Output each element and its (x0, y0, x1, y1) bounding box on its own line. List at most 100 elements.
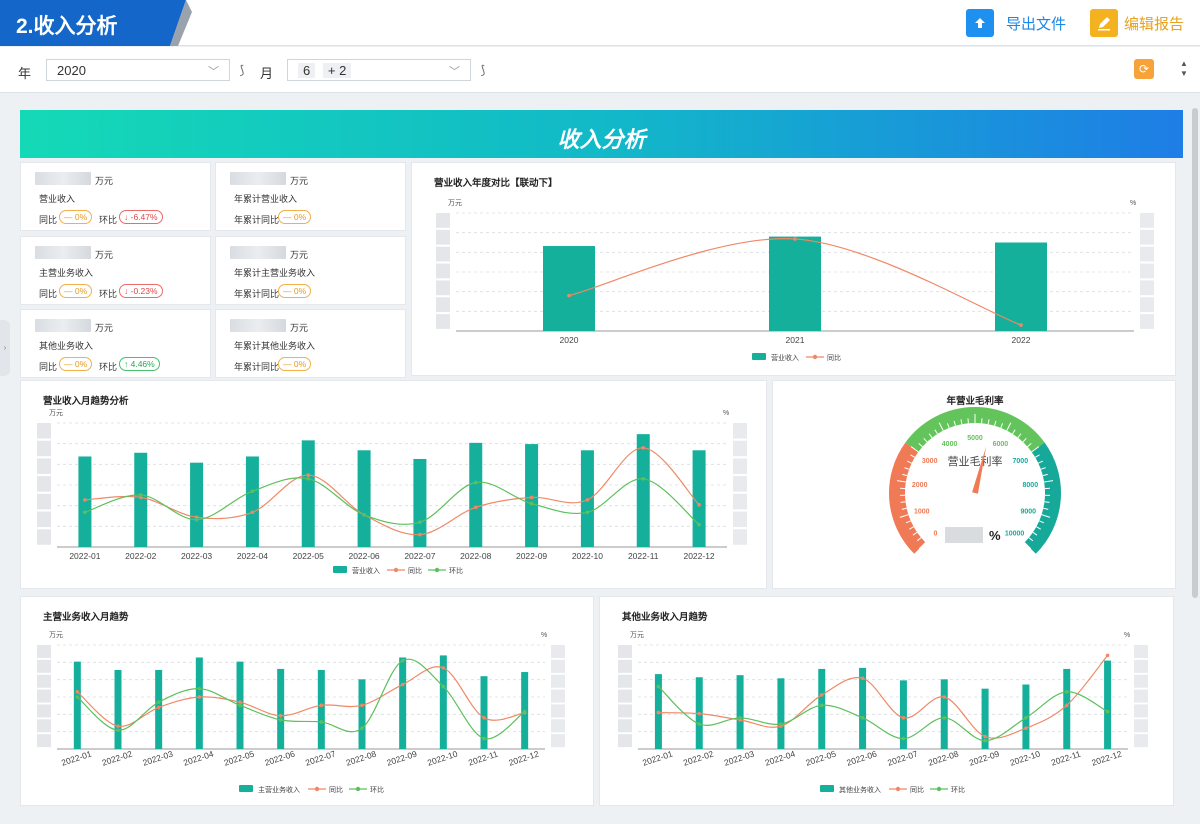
masked-axis-tick (733, 423, 747, 439)
masked-axis-tick (1134, 674, 1148, 688)
kpi-change-badge: — 0% (59, 210, 93, 224)
masked-value (230, 246, 286, 259)
x-tick-label: 2022-10 (1009, 748, 1042, 767)
masked-axis-tick (37, 704, 51, 718)
line-point (819, 703, 824, 708)
gauge-needle (972, 446, 987, 494)
line-point (360, 726, 364, 730)
bar (190, 462, 204, 547)
masked-axis-tick (1134, 704, 1148, 718)
edit-report-button[interactable]: 编辑报告 (1090, 8, 1184, 38)
bar (301, 440, 315, 547)
x-tick-label: 2022-05 (293, 551, 324, 561)
line-point (194, 517, 199, 522)
line-point (1024, 716, 1028, 720)
line-point (819, 693, 824, 697)
x-tick-label: 2022-07 (886, 748, 919, 767)
gauge-tick-label: 7000 (1013, 458, 1029, 465)
kpi-metric-label: 环比 (99, 289, 118, 299)
kpi-unit: 万元 (290, 323, 309, 333)
kpi-name: 年累计主营业务收入 (234, 268, 316, 278)
x-tick-label: 2022-11 (467, 749, 499, 768)
line-point (83, 498, 87, 502)
masked-axis-tick (1140, 297, 1154, 313)
x-tick-label: 2022-09 (968, 748, 1001, 767)
sort-arrows-icon[interactable]: ▲ ▼ (1180, 59, 1188, 79)
bar (636, 434, 650, 547)
month-select[interactable]: 6 + 2 ﹀ (287, 59, 471, 81)
line-point (197, 686, 202, 691)
other-business-chart: 万元 % 2022-01 2022-02 2022-03 2022-04 2022-05 20… (618, 631, 1148, 794)
banner-title: 收入分析 (557, 127, 646, 152)
year-clear-icon[interactable]: ⟆ (233, 60, 251, 80)
kpi-metric-label: 环比 (99, 215, 118, 225)
legend-swatch (936, 786, 942, 792)
legend-label: 同比 (910, 785, 924, 794)
year-select[interactable]: 2020 ﹀ (46, 59, 230, 81)
x-tick-label: 2022-07 (304, 748, 337, 767)
gauge-tick-label: 6000 (993, 441, 1009, 448)
masked-axis-tick (37, 458, 51, 474)
kpi-change-badge: ↓ -0.23% (119, 284, 163, 298)
kpi-change-badge: ↑ 4.46% (119, 357, 160, 371)
line-point (697, 722, 702, 726)
kpi-metric-label: 同比 (39, 362, 58, 372)
x-tick-label: 2022-01 (69, 551, 100, 561)
legend-label: 营业收入 (771, 353, 799, 362)
bar (134, 452, 148, 547)
y-axis-label: 万元 (49, 631, 63, 639)
line-point (116, 728, 120, 733)
x-tick-label: 2022-05 (223, 748, 256, 767)
kpi-unit: 万元 (290, 176, 309, 186)
line-point (278, 713, 283, 718)
line-point (1105, 653, 1110, 658)
legend-label: 同比 (408, 566, 422, 575)
line-point (793, 237, 797, 241)
y2-axis-label: % (1130, 200, 1136, 207)
x-tick-label: 2022-12 (683, 551, 714, 561)
masked-axis-tick (436, 297, 450, 313)
kpi-name: 年累计营业收入 (234, 194, 298, 204)
line-point (901, 736, 906, 741)
kpi-metric-label: 环比 (99, 362, 118, 372)
legend-label: 其他业务收入 (839, 785, 881, 794)
line-point (138, 493, 143, 497)
vertical-scrollbar[interactable] (1192, 108, 1198, 598)
month-clear-icon[interactable]: ⟆ (474, 60, 492, 80)
line-point (641, 477, 646, 481)
masked-axis-tick (1134, 719, 1148, 733)
bar (73, 661, 81, 749)
line-point (901, 716, 906, 720)
x-tick-label: 2022-03 (181, 551, 212, 561)
bar (1063, 668, 1071, 749)
masked-axis-tick (37, 659, 51, 673)
masked-axis-tick (733, 476, 747, 492)
line-point (360, 703, 364, 708)
masked-axis-tick (1134, 734, 1148, 748)
kpi-card: 万元 年累计主营业务收入 年累计同比 — 0% (215, 236, 406, 305)
kpi-card: 万元 年累计营业收入 年累计同比 — 0% (215, 162, 406, 231)
gauge-tick-label: 1000 (914, 508, 930, 515)
kpi-metric-label: 年累计同比 (234, 289, 280, 299)
x-tick-label: 2022-05 (804, 748, 837, 767)
line-point (197, 695, 202, 699)
line-point (83, 510, 87, 515)
page-title: 2.收入分析 (16, 15, 118, 38)
masked-axis-tick (37, 529, 51, 545)
gauge-label: 营业毛利率 (948, 454, 1003, 468)
annual-revenue-chart: 万元 % 2020 2021 2022 营业收入 同比 (436, 199, 1154, 362)
masked-axis-tick (436, 263, 450, 279)
masked-axis-tick (436, 314, 450, 329)
refresh-button[interactable]: ⟳ (1134, 59, 1154, 79)
bar (114, 669, 122, 749)
y-axis-label: 万元 (49, 409, 63, 417)
x-tick-label: 2022-09 (516, 551, 547, 561)
collapse-left-panel-icon[interactable]: › (0, 320, 10, 376)
kpi-change-badge: — 0% (278, 357, 312, 371)
export-file-button[interactable]: 导出文件 (966, 8, 1066, 38)
bar (245, 456, 259, 547)
x-tick-label: 2022-07 (404, 551, 435, 561)
masked-axis-tick (551, 645, 565, 658)
masked-axis-tick (37, 476, 51, 492)
kpi-metric-label: 年累计同比 (234, 215, 280, 225)
